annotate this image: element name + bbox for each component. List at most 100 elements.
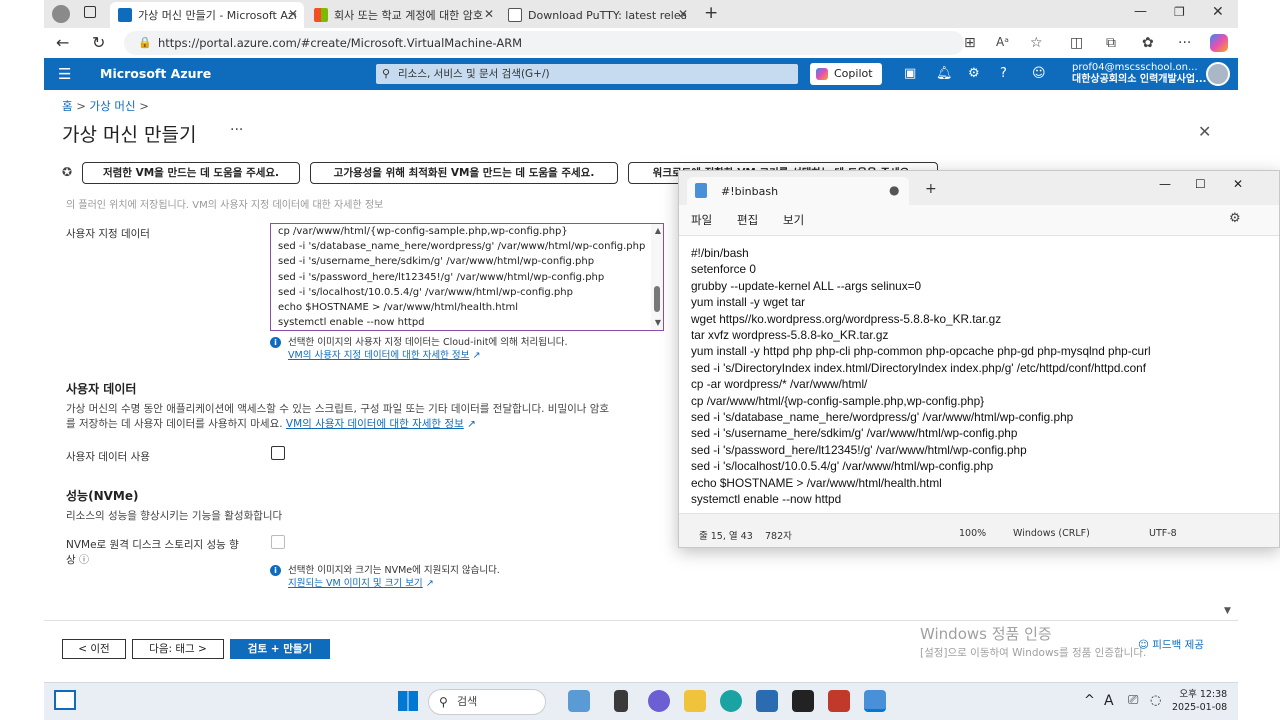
apps-icon[interactable]: ⊞ [964, 35, 976, 51]
screen: 가상 머신 만들기 - Microsoft Azu ✕ 회사 또는 학교 계정에… [0, 0, 1280, 720]
tray-chevron-icon[interactable]: ^ [1084, 693, 1095, 708]
favorite-star-icon[interactable]: ☆ [1030, 35, 1043, 51]
azure-brand[interactable]: Microsoft Azure [100, 66, 211, 81]
feedback-icon[interactable]: ☺ [1032, 66, 1046, 81]
user-data-checkbox[interactable] [271, 446, 285, 460]
editor-line: setenforce 0 [691, 262, 756, 277]
profile-icon[interactable] [52, 5, 70, 23]
split-screen-icon[interactable]: ◫ [1070, 35, 1083, 51]
close-blade-icon[interactable]: ✕ [1198, 122, 1211, 141]
nvme-link[interactable]: 지원되는 VM 이미지 및 크기 보기 [288, 578, 423, 589]
maximize-icon[interactable]: ☐ [1195, 177, 1206, 191]
cloud-shell-icon[interactable]: ▣ [904, 66, 916, 81]
unsaved-dot-icon[interactable]: ● [889, 183, 899, 197]
more-options-icon[interactable]: ··· [230, 122, 243, 138]
notepad-taskbar-icon[interactable] [864, 690, 886, 712]
close-icon[interactable]: ✕ [484, 7, 494, 21]
global-search-input[interactable]: ⚲ 리소스, 서비스 및 문서 검색(G+/) [376, 64, 798, 84]
nvme-info: i 선택한 이미지와 크기는 NVMe에 지원되지 않습니다. 지원되는 VM … [270, 564, 570, 590]
textarea-scrollbar[interactable]: ▲ ▼ [651, 224, 663, 330]
editor-line: sed -i 's/password_here/lt12345!/g' /var… [691, 442, 1027, 457]
page-title: 가상 머신 만들기 [62, 124, 197, 146]
custom-data-help-text: 의 플러인 위치에 저장됩니다. VM의 사용자 지정 데이터에 대한 자세한 … [66, 200, 384, 211]
breadcrumb-home[interactable]: 홈 [62, 99, 73, 113]
input-language-indicator[interactable]: A [1104, 693, 1114, 709]
taskbar-search[interactable]: ⚲ 검색 [428, 689, 546, 715]
copilot-browser-icon[interactable] [1210, 34, 1228, 52]
notepad-tab[interactable]: #!binbash ● [687, 177, 909, 205]
task-view-icon[interactable] [54, 690, 76, 710]
notepad-editor[interactable]: #!/bin/bash setenforce 0 grubby --update… [679, 235, 1279, 513]
custom-data-textarea[interactable]: cp /var/www/html/{wp-config-sample.php,w… [270, 223, 664, 331]
scroll-down-icon[interactable]: ▼ [655, 318, 661, 327]
back-icon[interactable]: ← [56, 33, 69, 52]
account-info[interactable]: prof04@mscsschool.on... 대한상공회의소 인력개발사업..… [1072, 62, 1206, 86]
avatar[interactable] [1206, 62, 1230, 86]
copilot-suggest-icon: ✪ [62, 165, 73, 179]
status-zoom[interactable]: 100% [959, 528, 986, 539]
custom-data-link[interactable]: VM의 사용자 지정 데이터에 대한 자세한 정보 [288, 350, 469, 361]
tab-azure[interactable]: 가상 머신 만들기 - Microsoft Azu ✕ [110, 2, 304, 28]
url-bar[interactable]: 🔒 https://portal.azure.com/#create/Micro… [124, 31, 964, 55]
suggest-cheap-vm-button[interactable]: 저렴한 VM을 만드는 데 도움을 주세요. [82, 162, 300, 184]
azure-logo-icon [118, 8, 132, 22]
user-data-link[interactable]: VM의 사용자 데이터에 대한 자세한 정보 [286, 418, 464, 430]
tab-actions-icon[interactable] [84, 6, 96, 18]
menu-edit[interactable]: 편집 [737, 212, 758, 228]
edge-browser-icon[interactable] [720, 690, 742, 712]
window-close-icon[interactable]: ✕ [1233, 177, 1243, 191]
file-explorer-icon[interactable] [684, 690, 706, 712]
display-icon[interactable]: ⎚ [1128, 693, 1138, 708]
page-scroll-down-icon[interactable]: ▼ [1224, 606, 1231, 616]
editor-line: #!/bin/bash [691, 246, 749, 260]
previous-button[interactable]: < 이전 [62, 639, 126, 659]
store-app-icon[interactable] [756, 690, 778, 712]
status-line-ending[interactable]: Windows (CRLF) [1013, 528, 1090, 539]
notepad-icon [695, 183, 707, 198]
minimize-icon[interactable]: — [1159, 177, 1171, 191]
tab-password[interactable]: 회사 또는 학교 계정에 대한 암호 ✕ [306, 2, 500, 28]
terminal-app-icon[interactable] [614, 690, 628, 712]
extensions-icon[interactable]: ✿ [1142, 35, 1154, 51]
suggest-ha-vm-button[interactable]: 고가용성을 위해 최적화된 VM을 만드는 데 도움을 주세요. [310, 162, 618, 184]
copilot-button[interactable]: Copilot [810, 63, 882, 85]
refresh-icon[interactable]: ↻ [92, 33, 105, 52]
scroll-up-icon[interactable]: ▲ [655, 226, 661, 235]
new-tab-icon[interactable]: + [704, 3, 718, 23]
settings-gear-icon[interactable]: ⚙ [968, 66, 980, 81]
notepad-menubar: 파일 편집 보기 ⚙ [679, 205, 1279, 235]
snipping-tool-icon[interactable] [828, 690, 850, 712]
more-icon[interactable]: ··· [1178, 35, 1191, 51]
notifications-bell-icon[interactable]: 🔔︎ [936, 66, 953, 81]
editor-line: wget https//ko.wordpress.org/wordpress-5… [691, 311, 1002, 326]
new-tab-icon[interactable]: + [925, 181, 937, 197]
custom-data-label: 사용자 지정 데이터 [66, 228, 150, 240]
close-icon[interactable]: ✕ [678, 7, 688, 21]
read-aloud-icon[interactable]: Aᵃ [996, 35, 1009, 49]
restore-icon[interactable]: ❐ [1174, 5, 1185, 19]
review-create-button[interactable]: 검토 + 만들기 [230, 639, 330, 659]
left-margin [0, 0, 44, 720]
scrollbar-thumb[interactable] [654, 286, 660, 312]
status-encoding[interactable]: UTF-8 [1149, 528, 1177, 539]
minimize-icon[interactable]: — [1134, 4, 1147, 19]
menu-file[interactable]: 파일 [691, 212, 712, 228]
collections-icon[interactable]: ⧉ [1106, 35, 1116, 51]
system-clock[interactable]: 오후 12:38 2025-01-08 [1172, 688, 1227, 714]
settings-gear-icon[interactable]: ⚙ [1229, 211, 1241, 226]
windows-start-icon[interactable] [398, 691, 418, 711]
copilot-icon [816, 68, 828, 80]
next-tags-button[interactable]: 다음: 태그 > [132, 639, 224, 659]
feedback-link[interactable]: ☺ 피드백 제공 [1138, 637, 1204, 652]
close-icon[interactable]: ✕ [288, 7, 298, 21]
window-close-icon[interactable]: ✕ [1212, 4, 1224, 20]
help-icon[interactable]: ? [1000, 66, 1007, 81]
breadcrumb-vm[interactable]: 가상 머신 [90, 99, 136, 113]
menu-view[interactable]: 보기 [783, 212, 804, 228]
cmd-app-icon[interactable] [792, 690, 814, 712]
network-icon[interactable]: ◌ [1150, 693, 1161, 708]
hamburger-menu-icon[interactable]: ☰ [58, 65, 71, 83]
chat-app-icon[interactable] [648, 690, 670, 712]
tab-putty[interactable]: Download PuTTY: latest release (0 ✕ [500, 2, 694, 28]
widget-app-icon[interactable] [568, 690, 590, 712]
